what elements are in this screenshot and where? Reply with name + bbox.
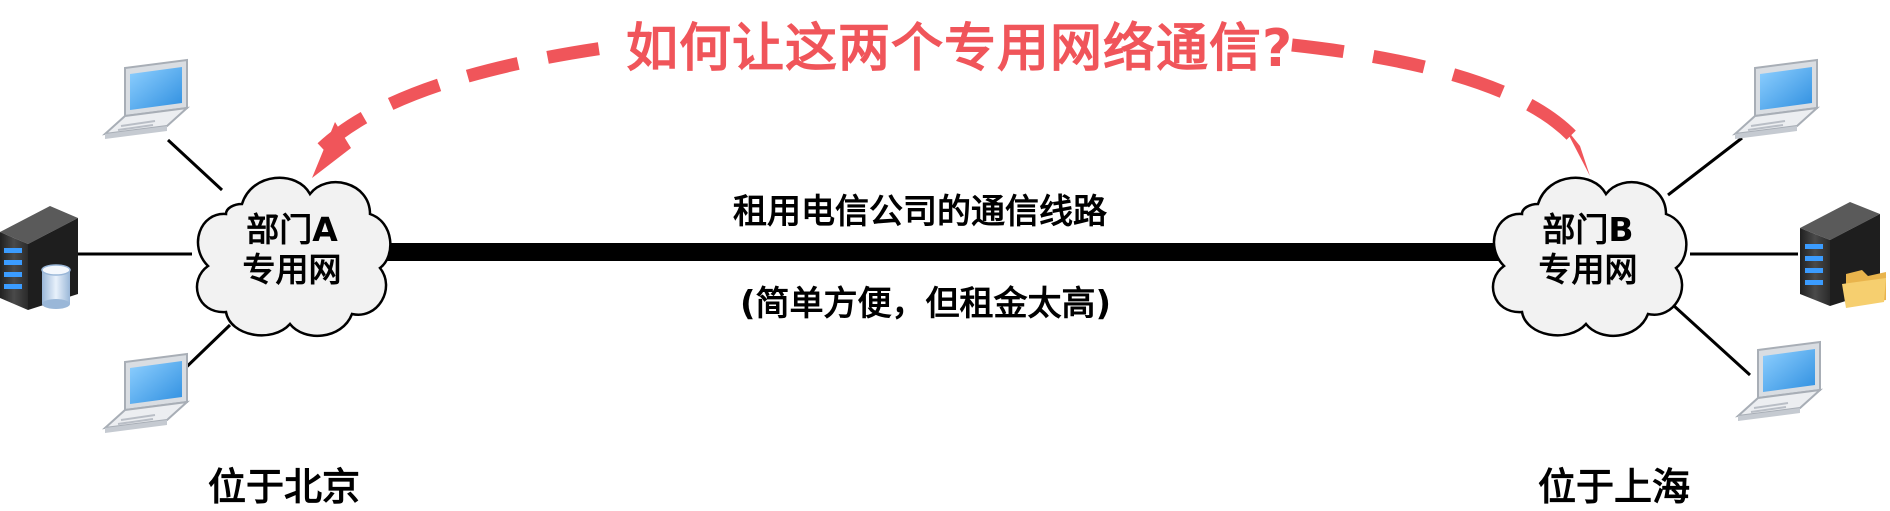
question-arc — [317, 38, 626, 153]
question-title: 如何让这两个专用网络通信? — [626, 19, 1294, 79]
connector — [166, 138, 224, 192]
database-icon — [41, 264, 71, 309]
network-a-type: 专用网 — [242, 250, 342, 289]
question-arc — [1291, 38, 1586, 150]
network-b-type: 专用网 — [1538, 250, 1638, 289]
folder-icon — [1842, 270, 1886, 308]
link-label: 租用电信公司的通信线路 — [733, 192, 1107, 232]
network-b-label: 部门B 专用网 — [1518, 210, 1658, 290]
laptop-icon — [1737, 341, 1821, 422]
location-a: 位于北京 — [208, 465, 361, 509]
diagram: 如何让这两个专用网络通信? 租用电信公司的通信线路 (简单方便，但租金太高) 部… — [0, 0, 1890, 510]
location-b: 位于上海 — [1538, 465, 1691, 509]
arrowhead-right-icon — [1564, 126, 1590, 176]
laptop-icon — [1734, 59, 1818, 140]
connector — [1667, 136, 1743, 197]
network-a-label: 部门A 专用网 — [222, 210, 362, 290]
connector — [1660, 293, 1752, 377]
laptop-icon — [104, 59, 188, 140]
laptop-icon — [104, 353, 188, 434]
network-b-name: 部门B — [1542, 210, 1634, 249]
leased-line — [385, 243, 1507, 261]
network-a-name: 部门A — [246, 210, 338, 249]
link-note: (简单方便，但租金太高) — [740, 284, 1112, 324]
